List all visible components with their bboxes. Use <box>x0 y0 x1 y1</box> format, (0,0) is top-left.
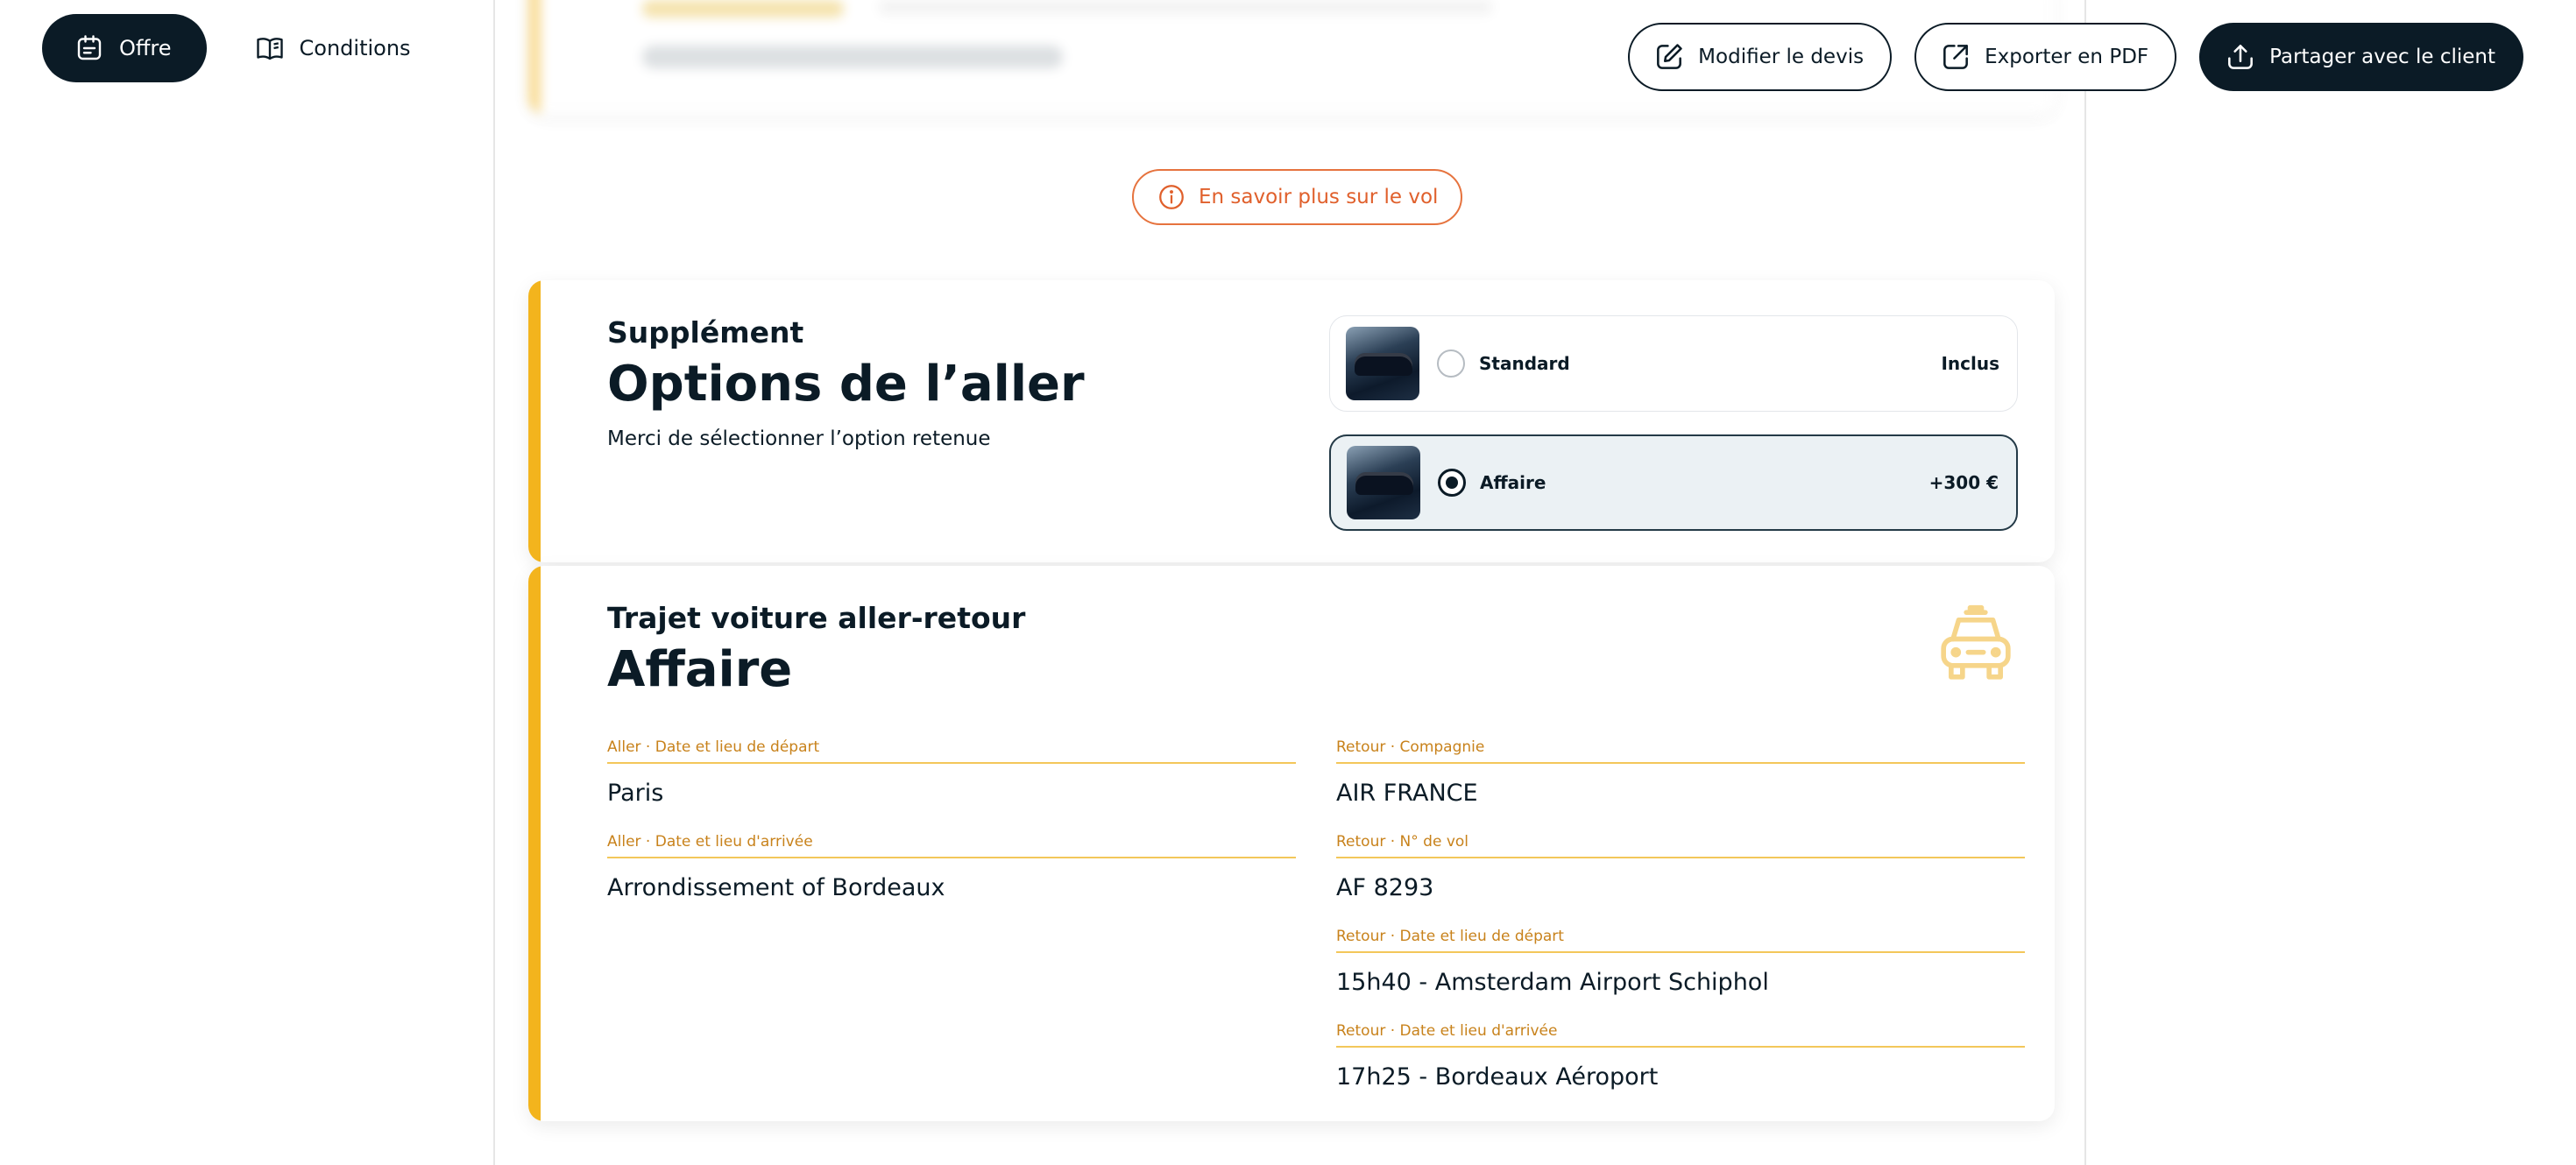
option-standard-price: Inclus <box>1941 353 1999 374</box>
car-photo-thumbnail <box>1347 446 1420 519</box>
field-outbound-arrival: Aller · Date et lieu d'arrivée Arrondiss… <box>607 830 1296 901</box>
option-affaire-radio[interactable] <box>1438 469 1466 497</box>
field-value: 15h40 - Amsterdam Airport Schiphol <box>1336 969 1769 996</box>
option-affaire-price: +300 € <box>1928 472 1999 493</box>
field-return-arrival: Retour · Date et lieu d'arrivée 17h25 - … <box>1336 1020 2025 1091</box>
option-affaire[interactable]: Affaire +300 € <box>1329 434 2018 531</box>
field-outbound-departure: Aller · Date et lieu de départ Paris <box>607 736 1296 807</box>
field-value: Arrondissement of Bordeaux <box>607 874 945 901</box>
book-icon <box>256 38 283 60</box>
field-return-flight-number: Retour · N° de vol AF 8293 <box>1336 830 2025 901</box>
field-value: 17h25 - Bordeaux Aéroport <box>1336 1063 1659 1091</box>
export-pdf-label: Exporter en PDF <box>1985 46 2149 68</box>
card-accent-bar <box>528 280 541 562</box>
option-standard-radio[interactable] <box>1437 350 1465 378</box>
flight-info-button[interactable]: En savoir plus sur le vol <box>1132 169 1463 225</box>
options-title: Options de l’aller <box>607 356 1085 413</box>
field-label: Retour · Compagnie <box>1336 738 1485 756</box>
share-upload-icon <box>2228 45 2254 69</box>
edit-icon <box>1657 44 1682 69</box>
option-affaire-label: Affaire <box>1480 472 1546 493</box>
car-trip-card: Trajet voiture aller-retour Affaire Alle… <box>528 566 2055 1121</box>
field-value: AF 8293 <box>1336 874 1434 901</box>
outbound-options-card: Supplément Options de l’aller Merci de s… <box>528 280 2055 562</box>
view-tabs: Offre Conditions <box>42 14 444 82</box>
flight-info-label: En savoir plus sur le vol <box>1199 186 1439 208</box>
field-return-departure: Retour · Date et lieu de départ 15h40 - … <box>1336 925 2025 996</box>
edit-quote-button[interactable]: Modifier le devis <box>1628 23 1893 91</box>
trip-title: Affaire <box>607 641 793 698</box>
tab-offre-label: Offre <box>119 36 172 60</box>
external-link-icon <box>1943 45 1969 69</box>
tab-conditions[interactable]: Conditions <box>224 14 444 82</box>
quote-actions: Modifier le devis Exporter en PDF Partag… <box>1628 23 2523 91</box>
trip-kicker: Trajet voiture aller-retour <box>607 601 1026 635</box>
option-standard[interactable]: Standard Inclus <box>1329 315 2018 412</box>
field-value: Paris <box>607 780 664 807</box>
car-photo-thumbnail <box>1346 327 1419 400</box>
share-client-label: Partager avec le client <box>2269 46 2495 68</box>
car-icon <box>1941 604 2011 680</box>
tab-offre[interactable]: Offre <box>42 14 207 82</box>
quote-content: En savoir plus sur le vol Supplément Opt… <box>493 0 2086 1165</box>
field-label: Aller · Date et lieu d'arrivée <box>607 833 813 851</box>
export-pdf-button[interactable]: Exporter en PDF <box>1914 23 2177 91</box>
field-value: AIR FRANCE <box>1336 780 1478 807</box>
calendar-icon <box>77 35 102 60</box>
option-standard-label: Standard <box>1479 353 1570 374</box>
field-label: Retour · Date et lieu d'arrivée <box>1336 1022 1558 1040</box>
info-icon <box>1159 185 1184 209</box>
options-description: Merci de sélectionner l’option retenue <box>607 427 991 450</box>
field-label: Aller · Date et lieu de départ <box>607 738 820 756</box>
field-label: Retour · Date et lieu de départ <box>1336 928 1564 945</box>
share-client-button[interactable]: Partager avec le client <box>2199 23 2523 91</box>
edit-quote-label: Modifier le devis <box>1698 46 1865 68</box>
field-label: Retour · N° de vol <box>1336 833 1469 851</box>
tab-conditions-label: Conditions <box>299 36 411 60</box>
options-kicker: Supplément <box>607 315 804 350</box>
card-accent-bar <box>528 566 541 1121</box>
field-return-airline: Retour · Compagnie AIR FRANCE <box>1336 736 2025 807</box>
